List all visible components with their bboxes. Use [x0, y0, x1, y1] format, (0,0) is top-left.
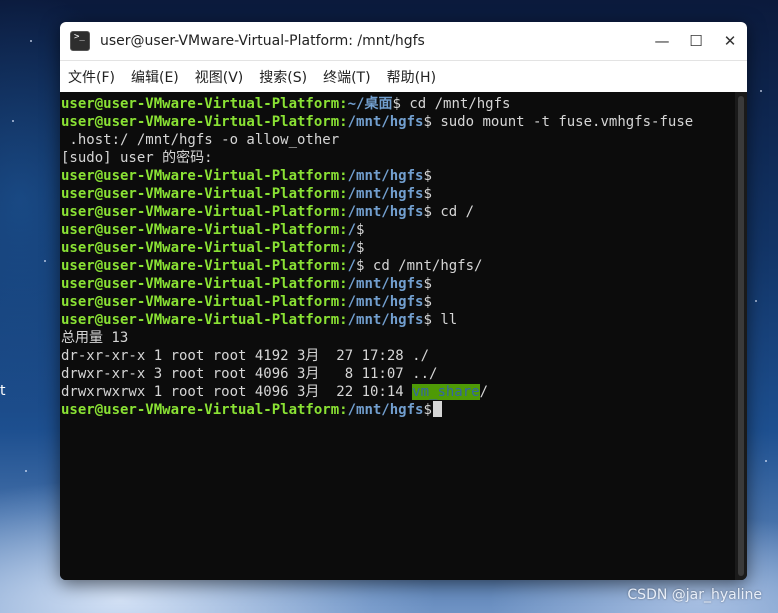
prompt-symbol: $ [423, 168, 432, 184]
terminal-icon: >_ [70, 31, 90, 51]
prompt-path: / [347, 258, 357, 274]
output-text: 总用量 13 [61, 330, 129, 346]
prompt-symbol: $ [423, 402, 432, 418]
prompt-line: user@user-VMware-Virtual-Platform:/mnt/h… [61, 185, 735, 203]
prompt-path: ~/桌面 [347, 96, 393, 112]
output-line: [sudo] user 的密码: [61, 149, 735, 167]
terminal-window[interactable]: >_ user@user-VMware-Virtual-Platform: /m… [60, 22, 747, 580]
prompt-colon: : [339, 114, 348, 130]
watermark: CSDN @jar_hyaline [627, 587, 762, 603]
prompt-user: user@user-VMware-Virtual-Platform [61, 204, 340, 220]
prompt-symbol: $ [392, 96, 401, 112]
prompt-colon: : [339, 402, 348, 418]
prompt-colon: : [339, 276, 348, 292]
command-text: cd / [431, 204, 475, 220]
prompt-path: /mnt/hgfs [347, 276, 424, 292]
menu-view[interactable]: 视图(V) [195, 67, 244, 87]
prompt-user: user@user-VMware-Virtual-Platform [61, 312, 340, 328]
prompt-user: user@user-VMware-Virtual-Platform [61, 402, 340, 418]
terminal-output[interactable]: user@user-VMware-Virtual-Platform:~/桌面$ … [60, 92, 735, 580]
prompt-line: user@user-VMware-Virtual-Platform:/$ [61, 239, 735, 257]
prompt-user: user@user-VMware-Virtual-Platform [61, 168, 340, 184]
maximize-button[interactable]: ☐ [679, 22, 713, 60]
prompt-path: /mnt/hgfs [347, 114, 424, 130]
prompt-path: /mnt/hgfs [347, 186, 424, 202]
prompt-line: user@user-VMware-Virtual-Platform:/$ cd … [61, 257, 735, 275]
output-line: .host:/ /mnt/hgfs -o allow_other [61, 131, 735, 149]
prompt-symbol: $ [423, 186, 432, 202]
prompt-user: user@user-VMware-Virtual-Platform [61, 96, 340, 112]
scrollbar-thumb[interactable] [738, 96, 744, 576]
output-text: drwxr-xr-x 3 root root 4096 3月 8 11:07 .… [61, 366, 438, 382]
prompt-colon: : [339, 258, 348, 274]
text-cursor [432, 401, 442, 417]
ls-entry-info: drwxrwxrwx 1 root root 4096 3月 22 10:14 [61, 384, 413, 400]
output-text: .host:/ /mnt/hgfs -o allow_other [61, 132, 340, 148]
prompt-user: user@user-VMware-Virtual-Platform [61, 114, 340, 130]
output-line: 总用量 13 [61, 329, 735, 347]
prompt-colon: : [339, 240, 348, 256]
minimize-button[interactable]: — [645, 22, 679, 60]
prompt-colon: : [339, 312, 348, 328]
prompt-line: user@user-VMware-Virtual-Platform:/mnt/h… [61, 113, 735, 131]
prompt-colon: : [339, 222, 348, 238]
prompt-line: user@user-VMware-Virtual-Platform:/mnt/h… [61, 311, 735, 329]
prompt-line: user@user-VMware-Virtual-Platform:/$ [61, 221, 735, 239]
close-button[interactable]: ✕ [713, 22, 747, 60]
output-text: dr-xr-xr-x 1 root root 4192 3月 27 17:28 … [61, 348, 430, 364]
command-text: ll [431, 312, 458, 328]
prompt-symbol: $ [423, 294, 432, 310]
prompt-line: user@user-VMware-Virtual-Platform:~/桌面$ … [61, 95, 735, 113]
directory-name: vm_share [412, 384, 480, 400]
output-line: drwxr-xr-x 3 root root 4096 3月 8 11:07 .… [61, 365, 735, 383]
prompt-user: user@user-VMware-Virtual-Platform [61, 222, 340, 238]
prompt-path: /mnt/hgfs [347, 204, 424, 220]
prompt-line: user@user-VMware-Virtual-Platform:/mnt/h… [61, 293, 735, 311]
menu-bar: 文件(F) 编辑(E) 视图(V) 搜索(S) 终端(T) 帮助(H) [60, 61, 747, 93]
menu-edit[interactable]: 编辑(E) [131, 67, 179, 87]
prompt-colon: : [339, 186, 348, 202]
menu-file[interactable]: 文件(F) [68, 67, 115, 87]
prompt-path: /mnt/hgfs [347, 312, 424, 328]
prompt-line: user@user-VMware-Virtual-Platform:/mnt/h… [61, 167, 735, 185]
prompt-line: user@user-VMware-Virtual-Platform:/mnt/h… [61, 401, 735, 419]
prompt-user: user@user-VMware-Virtual-Platform [61, 294, 340, 310]
prompt-user: user@user-VMware-Virtual-Platform [61, 186, 340, 202]
prompt-symbol: $ [423, 276, 432, 292]
prompt-colon: : [339, 168, 348, 184]
prompt-path: /mnt/hgfs [347, 294, 424, 310]
output-line: dr-xr-xr-x 1 root root 4192 3月 27 17:28 … [61, 347, 735, 365]
prompt-colon: : [339, 204, 348, 220]
directory-suffix: / [479, 384, 489, 400]
command-text: sudo mount -t fuse.vmhgfs-fuse [431, 114, 694, 130]
prompt-path: /mnt/hgfs [347, 402, 424, 418]
prompt-user: user@user-VMware-Virtual-Platform [61, 258, 340, 274]
scrollbar[interactable] [735, 92, 747, 580]
prompt-colon: : [339, 96, 348, 112]
command-text: cd /mnt/hgfs/ [364, 258, 483, 274]
command-text: cd /mnt/hgfs [400, 96, 511, 112]
menu-terminal[interactable]: 终端(T) [323, 67, 370, 87]
prompt-user: user@user-VMware-Virtual-Platform [61, 240, 340, 256]
prompt-path: / [347, 240, 357, 256]
prompt-symbol: $ [423, 204, 432, 220]
window-title: user@user-VMware-Virtual-Platform: /mnt/… [100, 33, 425, 49]
prompt-path: / [347, 222, 357, 238]
title-bar[interactable]: >_ user@user-VMware-Virtual-Platform: /m… [60, 22, 747, 61]
menu-search[interactable]: 搜索(S) [259, 67, 307, 87]
prompt-path: /mnt/hgfs [347, 168, 424, 184]
prompt-symbol: $ [356, 222, 365, 238]
prompt-line: user@user-VMware-Virtual-Platform:/mnt/h… [61, 275, 735, 293]
prompt-user: user@user-VMware-Virtual-Platform [61, 276, 340, 292]
output-line: drwxrwxrwx 1 root root 4096 3月 22 10:14 … [61, 383, 735, 401]
prompt-colon: : [339, 294, 348, 310]
desktop-edge-text: t [0, 383, 6, 399]
prompt-line: user@user-VMware-Virtual-Platform:/mnt/h… [61, 203, 735, 221]
prompt-symbol: $ [356, 240, 365, 256]
output-text: [sudo] user 的密码: [61, 150, 213, 166]
prompt-symbol: $ [423, 114, 432, 130]
prompt-symbol: $ [423, 312, 432, 328]
menu-help[interactable]: 帮助(H) [387, 67, 436, 87]
